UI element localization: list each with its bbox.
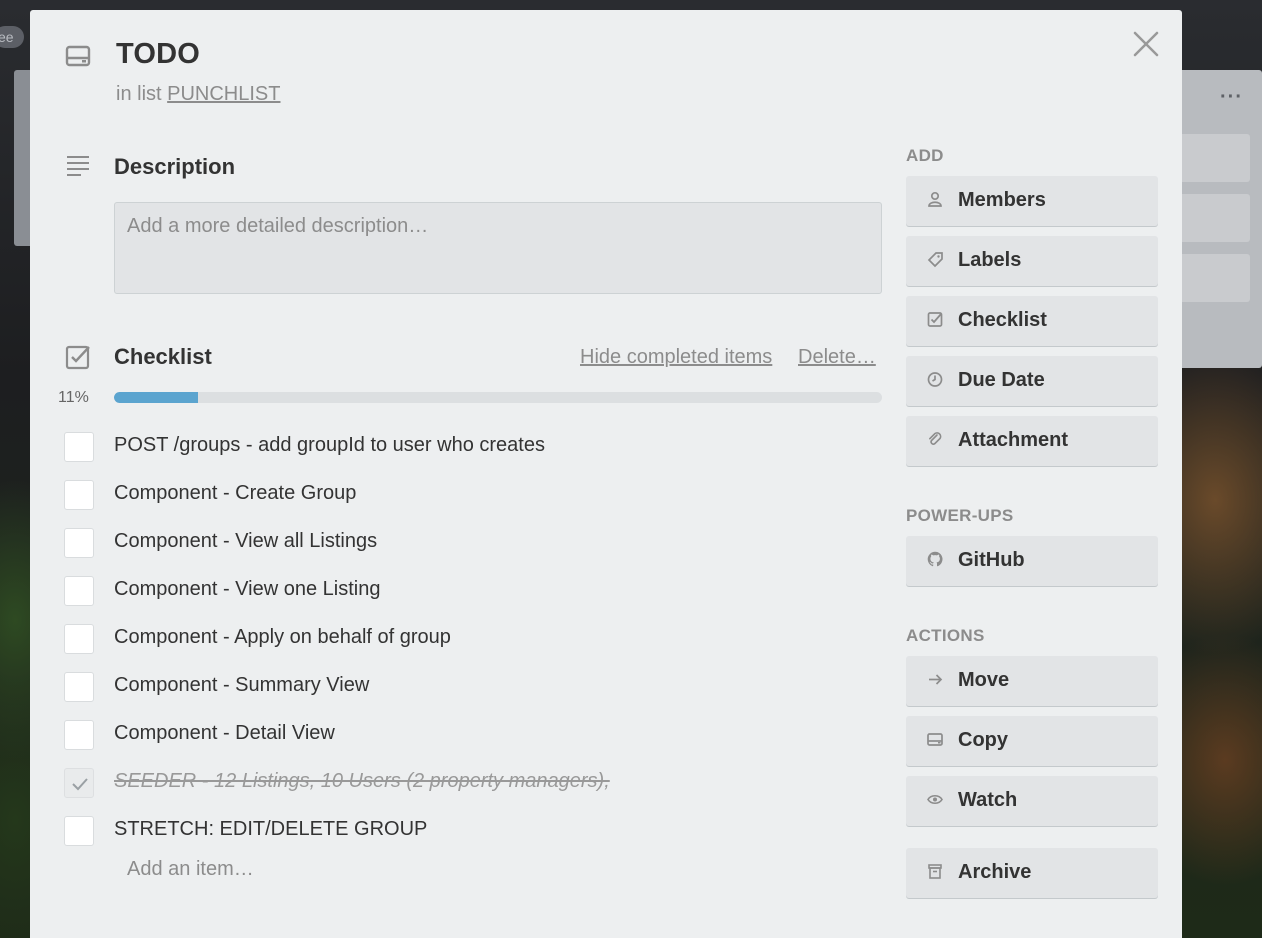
tag-icon — [927, 252, 943, 268]
progress-percent: 11% — [58, 389, 89, 406]
checklist-item[interactable]: SEEDER - 12 Listings, 10 Users (2 proper… — [64, 762, 884, 802]
checklist-item-checkbox[interactable] — [64, 480, 94, 510]
checklist-item[interactable]: Component - Detail View — [64, 714, 884, 754]
sidebar-button-checklist[interactable]: Checklist — [906, 296, 1158, 346]
list-name-link[interactable]: PUNCHLIST — [167, 83, 280, 105]
sidebar-button-due-date[interactable]: Due Date — [906, 356, 1158, 406]
card-detail-modal: TODO in list PUNCHLIST Description Add a… — [30, 10, 1182, 938]
sidebar-button-attachment[interactable]: Attachment — [906, 416, 1158, 466]
checklist-item[interactable]: Component - Summary View — [64, 666, 884, 706]
checklist-item-text[interactable]: SEEDER - 12 Listings, 10 Users (2 proper… — [114, 770, 610, 793]
sidebar-button-label: Move — [958, 669, 1010, 691]
in-list-prefix: in list — [116, 83, 162, 105]
checklist-icon — [65, 345, 90, 370]
paperclip-icon — [929, 432, 942, 445]
checklist-item[interactable]: Component - Create Group — [64, 474, 884, 514]
person-icon — [928, 191, 942, 207]
checklist-item[interactable]: Component - View all Listings — [64, 522, 884, 562]
sidebar-button-watch[interactable]: Watch — [906, 776, 1158, 826]
checklist-item-checkbox[interactable] — [64, 768, 94, 798]
description-input[interactable]: Add a more detailed description… — [114, 202, 882, 294]
sidebar-button-archive[interactable]: Archive — [906, 848, 1158, 898]
sidebar-button-label: Copy — [958, 729, 1008, 751]
add-section-heading: ADD — [906, 146, 944, 165]
sidebar-button-label: Archive — [958, 861, 1032, 883]
sidebar-button-label: Members — [958, 189, 1046, 211]
checklist-item-text[interactable]: Component - View all Listings — [114, 530, 377, 553]
checklist-item-checkbox[interactable] — [64, 432, 94, 462]
checklist-item-checkbox[interactable] — [64, 720, 94, 750]
clock-icon — [927, 372, 943, 387]
checklist-item-text[interactable]: STRETCH: EDIT/DELETE GROUP — [114, 818, 427, 841]
description-heading: Description — [114, 154, 236, 179]
checklist-item-checkbox[interactable] — [64, 528, 94, 558]
sidebar-button-label: Due Date — [958, 369, 1045, 391]
checklist-item-text[interactable]: Component - Detail View — [114, 722, 335, 745]
sidebar-button-label: Watch — [958, 789, 1018, 811]
list-menu-dots-icon: ··· — [1220, 86, 1243, 108]
checklist-item-checkbox[interactable] — [64, 672, 94, 702]
add-item-input[interactable]: Add an item… — [127, 858, 254, 881]
checklist-item[interactable]: STRETCH: EDIT/DELETE GROUP — [64, 810, 884, 850]
github-icon — [927, 551, 943, 567]
close-button[interactable] — [1130, 28, 1162, 60]
description-icon — [67, 156, 89, 176]
checklist-item-checkbox[interactable] — [64, 576, 94, 606]
sidebar-button-label: GitHub — [958, 549, 1025, 571]
checklist-heading: Checklist — [114, 344, 212, 369]
hide-completed-link[interactable]: Hide completed items — [580, 346, 772, 369]
board-header-pill: ee — [0, 26, 24, 48]
powerups-section-heading: POWER-UPS — [906, 506, 1014, 525]
sidebar-button-label: Checklist — [958, 309, 1047, 331]
sidebar-button-members[interactable]: Members — [906, 176, 1158, 226]
checklist-item-checkbox[interactable] — [64, 624, 94, 654]
checklist-item-checkbox[interactable] — [64, 816, 94, 846]
close-icon[interactable] — [1130, 28, 1162, 60]
progress-bar-fill — [114, 392, 199, 403]
checkmark-icon — [72, 778, 88, 791]
arrow-right-icon — [929, 674, 943, 685]
checklist-item-text[interactable]: Component - Summary View — [114, 674, 369, 697]
card-icon — [927, 733, 943, 746]
card-icon — [65, 45, 91, 67]
eye-icon — [927, 794, 943, 805]
checkbox-icon — [927, 312, 943, 327]
sidebar-button-github[interactable]: GitHub — [906, 536, 1158, 586]
checklist-item-text[interactable]: Component - View one Listing — [114, 578, 380, 601]
sidebar-button-labels[interactable]: Labels — [906, 236, 1158, 286]
card-title[interactable]: TODO — [116, 38, 200, 71]
archive-icon — [928, 864, 942, 879]
checklist-item[interactable]: Component - Apply on behalf of group — [64, 618, 884, 658]
checklist-item[interactable]: Component - View one Listing — [64, 570, 884, 610]
checklist-item-text[interactable]: Component - Create Group — [114, 482, 356, 505]
delete-checklist-link[interactable]: Delete… — [798, 346, 876, 369]
sidebar-button-copy[interactable]: Copy — [906, 716, 1158, 766]
actions-section-heading: ACTIONS — [906, 626, 985, 645]
in-list-text: in list PUNCHLIST — [116, 83, 281, 106]
checklist-item-text[interactable]: Component - Apply on behalf of group — [114, 626, 451, 649]
sidebar-button-label: Attachment — [958, 429, 1069, 451]
checklist-item-text[interactable]: POST /groups - add groupId to user who c… — [114, 434, 545, 457]
sidebar-button-move[interactable]: Move — [906, 656, 1158, 706]
progress-bar — [114, 392, 882, 403]
checklist-item[interactable]: POST /groups - add groupId to user who c… — [64, 426, 884, 466]
sidebar-button-label: Labels — [958, 249, 1022, 271]
